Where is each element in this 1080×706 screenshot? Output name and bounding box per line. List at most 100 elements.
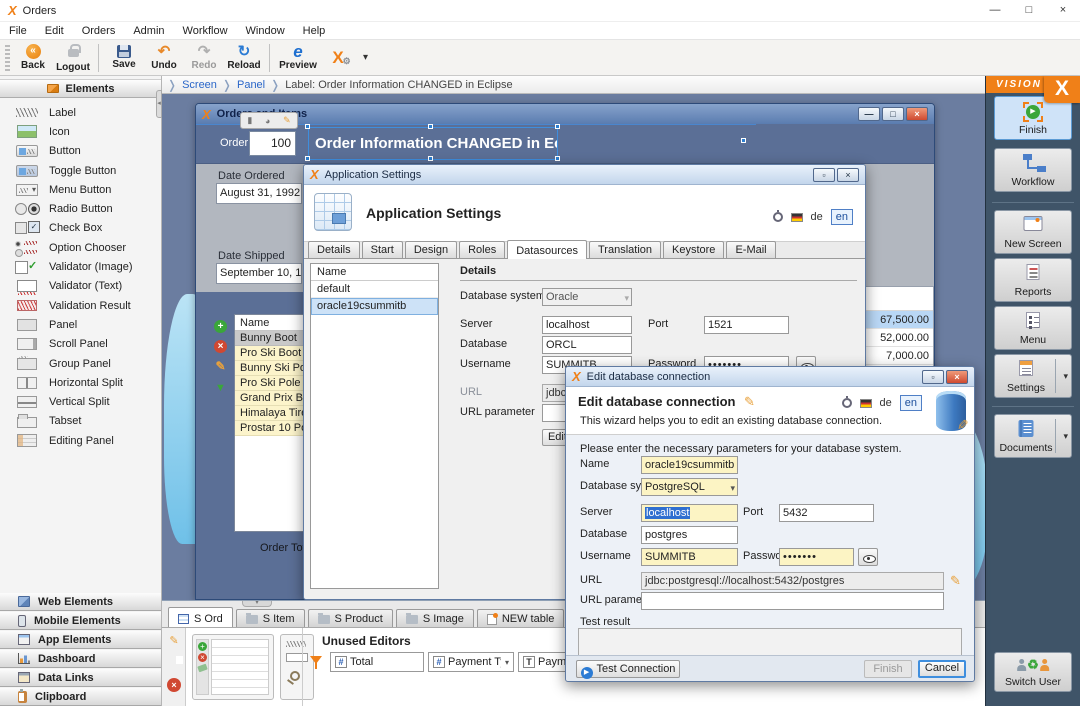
search-layout-thumbnail[interactable] [280, 634, 314, 700]
save-button[interactable]: Save [104, 41, 144, 75]
timer-icon[interactable] [842, 398, 852, 408]
show-password-button[interactable] [858, 548, 878, 566]
close-button[interactable]: × [946, 370, 968, 384]
tab-datasources[interactable]: Datasources [507, 240, 587, 259]
tab-email[interactable]: E-Mail [726, 241, 775, 258]
menu-orders[interactable]: Orders [73, 24, 125, 38]
table-cell[interactable]: 67,500.00 [861, 311, 933, 329]
workflow-button[interactable]: Workflow [994, 148, 1072, 192]
elements-header[interactable]: Elements [0, 79, 161, 98]
selection-handle[interactable] [428, 124, 433, 129]
palette-item-label[interactable]: Label [0, 103, 161, 122]
selection-handle[interactable] [555, 124, 560, 129]
edit-url-pencil-icon[interactable]: ✎ [950, 573, 961, 589]
restore-button[interactable]: ▫ [813, 168, 835, 182]
palette-item-option-chooser[interactable]: Option Chooser [0, 238, 161, 257]
palette-item-toggle-button[interactable]: Toggle Button [0, 161, 161, 180]
section-data-links[interactable]: Data Links [0, 668, 161, 687]
preview-button[interactable]: e Preview [275, 41, 321, 75]
selection-handle[interactable] [555, 156, 560, 161]
flag-icon[interactable] [791, 213, 803, 222]
palette-item-panel[interactable]: Panel [0, 315, 161, 334]
server-field[interactable]: localhost [542, 316, 632, 334]
port-field[interactable]: 5432 [779, 504, 874, 522]
tab-design[interactable]: Design [405, 241, 457, 258]
selection-handle[interactable] [305, 124, 310, 129]
menu-button[interactable]: Menu [994, 306, 1072, 350]
list-header-name[interactable]: Name [311, 264, 438, 281]
tab-s-item[interactable]: S Item [236, 609, 305, 628]
tab-start[interactable]: Start [362, 241, 403, 258]
date-ordered-field[interactable]: August 31, 1992, 12 [216, 183, 302, 204]
editor-chip-payment-type-id[interactable]: # Payment Type Id ▾ [428, 652, 514, 672]
editor-chip-payment[interactable]: T Paymen [518, 652, 572, 672]
password-field[interactable]: ••••••• [779, 548, 854, 566]
back-button[interactable]: « Back [13, 41, 53, 75]
palette-item-menu-button[interactable]: Menu Button [0, 180, 161, 199]
edit-pencil-icon[interactable]: ✎ [167, 634, 181, 648]
test-connection-button[interactable]: ▶Test Connection [576, 660, 680, 678]
palette-item-validation-result[interactable]: Validation Result [0, 296, 161, 315]
palette-item-check-box[interactable]: Check Box [0, 219, 161, 238]
section-dashboard[interactable]: Dashboard [0, 649, 161, 668]
username-field[interactable]: SUMMITB [641, 548, 738, 566]
tab-details[interactable]: Details [308, 241, 360, 258]
selection-handle[interactable] [741, 138, 746, 143]
language-de[interactable]: de [880, 397, 892, 409]
table-cell-empty[interactable] [861, 287, 933, 311]
palette-item-icon[interactable]: Icon [0, 122, 161, 141]
new-screen-button[interactable]: New Screen [994, 210, 1072, 254]
close-button[interactable]: × [837, 168, 859, 182]
section-clipboard[interactable]: Clipboard [0, 687, 161, 706]
notebook-icon[interactable] [167, 654, 181, 668]
finish-button[interactable]: Finish [864, 660, 912, 678]
server-field[interactable]: localhost [641, 504, 738, 522]
palette-item-button[interactable]: Button [0, 142, 161, 161]
order-heading-label[interactable]: Order Information CHANGED in Eclipse [308, 127, 558, 160]
tab-s-image[interactable]: S Image [396, 609, 474, 628]
undo-button[interactable]: ↶ Undo [144, 41, 184, 75]
test-result-area[interactable] [578, 628, 962, 656]
port-field[interactable]: 1521 [704, 316, 789, 334]
palette-item-horizontal-split[interactable]: Horizontal Split [0, 373, 161, 392]
list-item[interactable]: default [311, 281, 438, 298]
reports-button[interactable]: Reports [994, 258, 1072, 302]
language-en-selected[interactable]: en [831, 209, 853, 225]
palette-item-vertical-split[interactable]: Vertical Split [0, 392, 161, 411]
toolbar-dropdown-icon[interactable]: ▾ [363, 52, 368, 63]
flag-icon[interactable] [860, 399, 872, 408]
menu-edit[interactable]: Edit [36, 24, 73, 38]
menu-workflow[interactable]: Workflow [174, 24, 237, 38]
breadcrumb-panel[interactable]: Panel [237, 79, 265, 91]
palette-item-validator-text[interactable]: Validator (Text) [0, 277, 161, 296]
minimize-button[interactable]: — [858, 107, 880, 121]
tab-new-table[interactable]: NEW table [477, 609, 565, 628]
close-button[interactable]: × [906, 107, 928, 121]
maximize-button[interactable]: □ [882, 107, 904, 121]
visionx-tool-button[interactable]: X [321, 41, 355, 75]
tab-translation[interactable]: Translation [589, 241, 661, 258]
database-system-select[interactable]: PostgreSQL [641, 478, 738, 496]
url-parameter-field[interactable] [641, 592, 944, 610]
list-item-selected[interactable]: oracle19csummitb [311, 298, 438, 315]
order-id-field[interactable]: 100 [249, 131, 296, 156]
tab-s-ord[interactable]: S Ord [168, 607, 233, 628]
export-icon[interactable]: ▼ [214, 382, 227, 395]
language-en-selected[interactable]: en [900, 395, 922, 411]
database-system-select[interactable]: Oracle [542, 288, 632, 306]
cancel-button[interactable]: Cancel [918, 660, 966, 678]
remove-icon[interactable]: × [167, 678, 181, 692]
dialog-titlebar[interactable]: X Edit database connection ▫ × [566, 367, 974, 387]
switch-user-button[interactable]: ♻ Switch User [994, 652, 1072, 692]
redo-button[interactable]: ↷ Redo [184, 41, 224, 75]
section-app-elements[interactable]: App Elements [0, 630, 161, 649]
edit-pencil-icon[interactable]: ✎ [283, 115, 291, 126]
palette-item-tabset[interactable]: Tabset [0, 412, 161, 431]
documents-button[interactable]: Documents [994, 414, 1072, 458]
editor-chip-total[interactable]: # Total [330, 652, 424, 672]
logout-button[interactable]: Logout [53, 41, 93, 75]
menu-help[interactable]: Help [294, 24, 335, 38]
selection-handle[interactable] [305, 156, 310, 161]
table-cell[interactable]: 7,000.00 [861, 347, 933, 365]
maximize-button[interactable]: □ [1012, 0, 1046, 21]
